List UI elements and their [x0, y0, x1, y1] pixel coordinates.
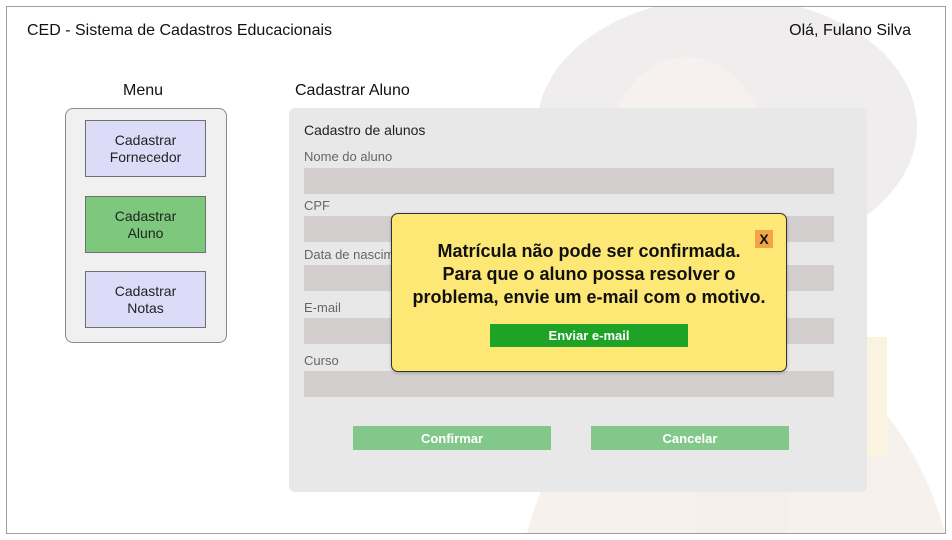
- field-label-curso: Curso: [304, 353, 339, 368]
- app-title: CED - Sistema de Cadastros Educacionais: [27, 22, 333, 39]
- page-title: Cadastrar Aluno: [295, 82, 410, 99]
- user-greeting: Olá, Fulano Silva: [789, 22, 911, 39]
- field-label-cpf: CPF: [304, 198, 330, 213]
- send-email-button[interactable]: Enviar e-mail: [490, 324, 688, 347]
- dialog-message: Matrícula não pode ser confirmada. Para …: [412, 241, 766, 307]
- error-dialog: X Matrícula não pode ser confirmada. Par…: [391, 213, 787, 372]
- confirm-button[interactable]: Confirmar: [353, 426, 551, 450]
- menu-panel: Cadastrar Fornecedor Cadastrar Aluno Cad…: [65, 108, 227, 343]
- field-label-email: E-mail: [304, 300, 341, 315]
- cancel-button[interactable]: Cancelar: [591, 426, 789, 450]
- menu-title: Menu: [123, 82, 164, 99]
- app-window: CED - Sistema de Cadastros Educacionais …: [6, 6, 946, 534]
- menu-item-cadastrar-aluno[interactable]: Cadastrar Aluno: [85, 196, 206, 253]
- menu-item-cadastrar-notas[interactable]: Cadastrar Notas: [85, 271, 206, 328]
- menu-item-cadastrar-fornecedor[interactable]: Cadastrar Fornecedor: [85, 120, 206, 177]
- form-heading: Cadastro de alunos: [304, 122, 426, 138]
- field-label-nome: Nome do aluno: [304, 149, 393, 164]
- curso-input[interactable]: [304, 371, 834, 397]
- nome-aluno-input[interactable]: [304, 168, 834, 194]
